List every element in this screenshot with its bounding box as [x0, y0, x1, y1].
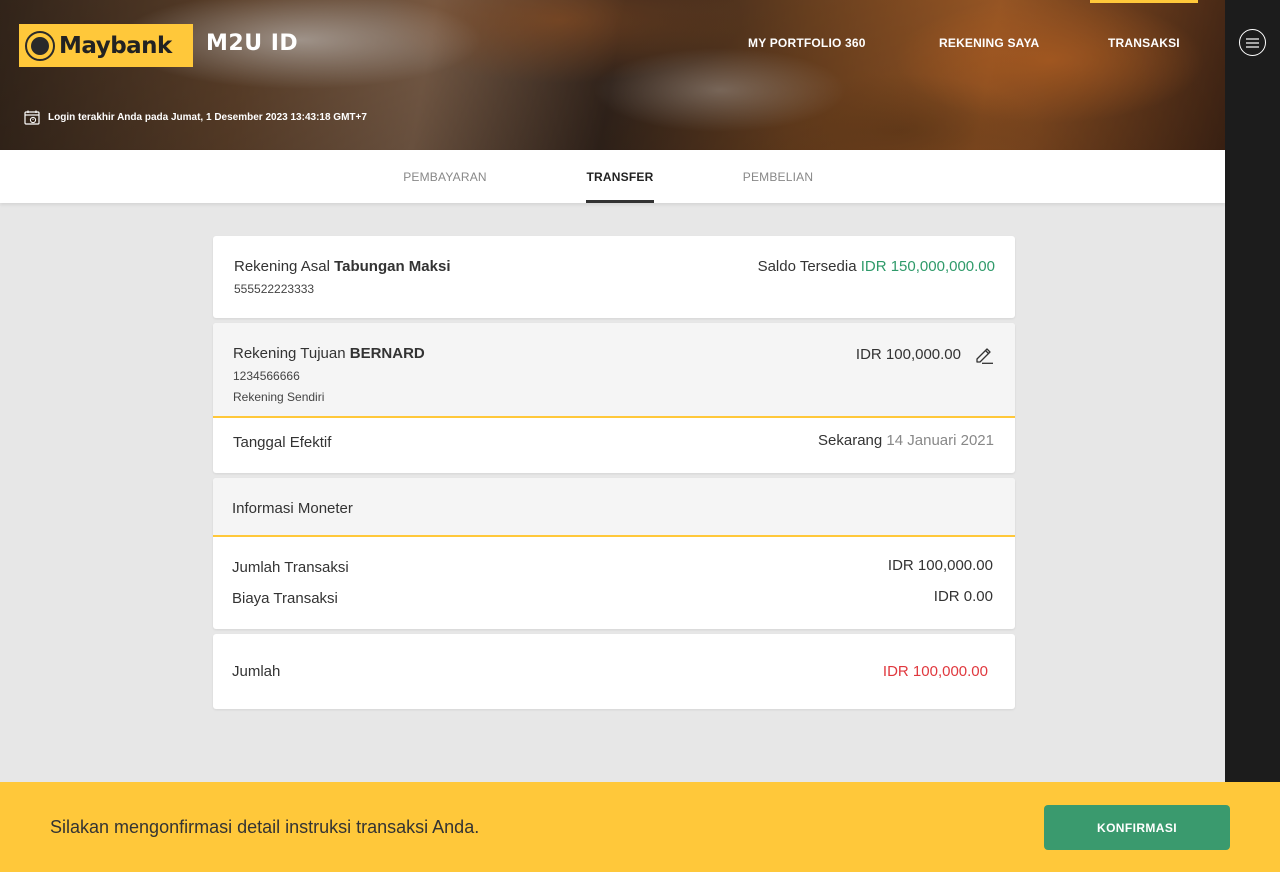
edit-pencil-icon[interactable] — [974, 344, 994, 364]
destination-name: BERNARD — [349, 345, 425, 362]
transaction-fee-value: IDR 0.00 — [933, 588, 993, 605]
tab-pembelian[interactable]: PEMBELIAN — [738, 150, 818, 203]
nav-transaksi[interactable]: TRANSAKSI — [1108, 36, 1180, 50]
effective-date-label: Tanggal Efektif — [233, 434, 332, 451]
monetary-info-card: Informasi Moneter Jumlah Transaksi IDR 1… — [213, 478, 1015, 629]
hamburger-icon — [1246, 37, 1259, 48]
destination-divider — [213, 416, 1015, 418]
transfer-amount: IDR 100,000.00 — [855, 346, 961, 363]
balance-label: Saldo Tersedia — [757, 258, 857, 275]
monetary-title: Informasi Moneter — [232, 500, 353, 517]
effective-when: Sekarang — [818, 432, 883, 449]
nav-active-indicator — [1090, 0, 1198, 3]
total-label: Jumlah — [232, 663, 281, 680]
destination-type: Rekening Sendiri — [233, 390, 325, 404]
available-balance: Saldo Tersedia IDR 150,000,000.00 — [758, 258, 995, 275]
total-card: Jumlah IDR 100,000.00 — [213, 634, 1015, 709]
transaction-amount-label: Jumlah Transaksi — [232, 559, 349, 576]
transaction-tabs: PEMBAYARAN TRANSFER PEMBELIAN — [0, 150, 1225, 203]
effective-date: 14 Januari 2021 — [886, 432, 994, 449]
source-account-title: Rekening Asal Tabungan Maksi — [234, 258, 450, 275]
side-rail — [1225, 0, 1280, 782]
product-name: M2U ID — [206, 31, 299, 56]
tiger-emblem-icon — [25, 30, 55, 61]
nav-my-portfolio[interactable]: MY PORTFOLIO 360 — [748, 36, 866, 50]
tab-transfer[interactable]: TRANSFER — [586, 150, 654, 203]
source-account-number: 555522223333 — [234, 282, 315, 296]
total-value: IDR 100,000.00 — [882, 663, 988, 680]
transaction-fee-label: Biaya Transaksi — [232, 590, 338, 607]
maybank-logo[interactable]: Maybank — [19, 24, 193, 67]
balance-value: IDR 150,000,000.00 — [860, 258, 995, 275]
source-account-card: Rekening Asal Tabungan Maksi 55552222333… — [213, 236, 1015, 318]
hamburger-menu-button[interactable] — [1239, 29, 1266, 56]
source-account-label: Rekening Asal — [234, 258, 330, 275]
nav-rekening-saya[interactable]: REKENING SAYA — [939, 36, 1039, 50]
transaction-amount-value: IDR 100,000.00 — [887, 557, 993, 574]
logo-text: Maybank — [59, 32, 172, 59]
confirm-button[interactable]: KONFIRMASI — [1044, 805, 1230, 850]
header-banner: Maybank M2U ID MY PORTFOLIO 360 REKENING… — [0, 0, 1225, 150]
confirmation-message: Silakan mengonfirmasi detail instruksi t… — [50, 817, 480, 837]
destination-title: Rekening Tujuan BERNARD — [233, 345, 425, 362]
last-login-text: Login terakhir Anda pada Jumat, 1 Desemb… — [48, 112, 367, 123]
effective-date-value: Sekarang 14 Januari 2021 — [818, 432, 994, 449]
destination-header — [213, 323, 1015, 417]
monetary-divider — [213, 535, 1015, 537]
calendar-clock-icon — [24, 110, 40, 125]
last-login-info: Login terakhir Anda pada Jumat, 1 Desemb… — [24, 110, 367, 125]
destination-number: 1234566666 — [233, 369, 300, 383]
source-account-name: Tabungan Maksi — [334, 258, 451, 275]
destination-account-card: Rekening Tujuan BERNARD 1234566666 Reken… — [213, 323, 1015, 473]
tab-pembayaran[interactable]: PEMBAYARAN — [398, 150, 492, 203]
destination-label: Rekening Tujuan — [233, 345, 346, 362]
confirmation-bar: Silakan mengonfirmasi detail instruksi t… — [0, 782, 1280, 872]
